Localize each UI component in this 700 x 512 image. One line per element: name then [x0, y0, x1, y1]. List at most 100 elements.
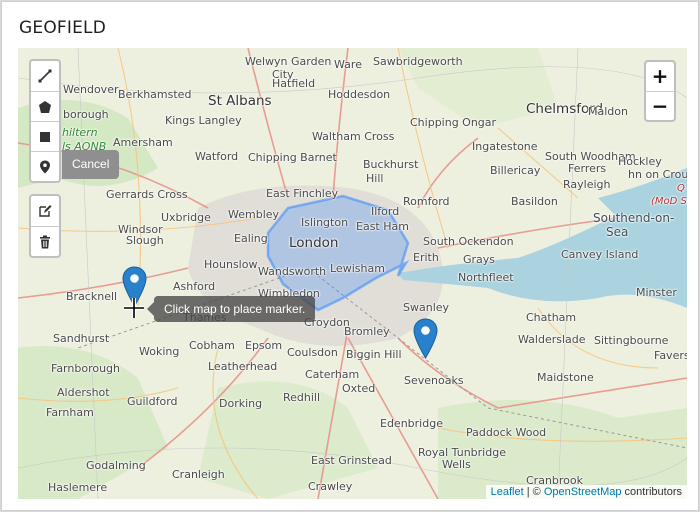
place-label: East Grinstead — [311, 454, 392, 467]
place-label: Farnham — [46, 406, 94, 419]
place-label: Erith — [413, 251, 439, 264]
place-label: Woking — [139, 345, 180, 358]
place-label: Slough — [126, 234, 164, 247]
draw-tooltip: Click map to place marker. — [146, 296, 316, 322]
place-label: Islington — [301, 216, 349, 229]
place-label: Redhill — [283, 391, 321, 404]
edit-toolbar — [29, 194, 61, 258]
place-label: Uxbridge — [161, 211, 211, 224]
place-label: Guildford — [127, 395, 178, 408]
place-label: Godalming — [86, 459, 146, 472]
place-label: Ealing — [234, 232, 268, 245]
place-label: Maldon — [588, 105, 628, 118]
polygon-icon — [39, 101, 51, 113]
cancel-button[interactable]: Cancel — [62, 150, 120, 179]
place-label: Chipping Ongar — [410, 116, 497, 129]
place-label: Leatherhead — [208, 360, 278, 373]
trash-icon — [40, 235, 50, 249]
place-label: Coulsdon — [287, 346, 338, 359]
place-label: Sawbridgeworth — [373, 55, 463, 68]
place-label: Kings Langley — [165, 114, 242, 127]
place-label: Chipping Barnet — [248, 151, 337, 164]
place-label: Wembley — [228, 208, 280, 221]
marker-icon — [40, 160, 50, 174]
polyline-icon — [38, 69, 52, 83]
place-label: Q — [677, 183, 685, 194]
edit-icon — [39, 205, 52, 217]
place-label: Sandhurst — [53, 332, 110, 345]
place-label: Paddock Wood — [466, 426, 547, 439]
draw-polyline-button[interactable] — [31, 61, 59, 91]
place-label: Wells — [442, 458, 471, 471]
place-label: Ashford — [173, 280, 216, 293]
place-label: Minster — [636, 286, 677, 299]
place-label: Maidstone — [537, 371, 594, 384]
crosshair-cursor-icon — [124, 298, 144, 318]
place-label: Watford — [195, 150, 239, 163]
place-label: Sevenoaks — [404, 374, 464, 387]
place-label: Grays — [463, 253, 496, 266]
place-label: Welwyn Garden — [245, 55, 332, 68]
place-label: St Albans — [208, 93, 272, 109]
attribution-separator: | © — [523, 486, 544, 498]
place-label: South Ockendon — [423, 235, 514, 248]
place-label: Amersham — [113, 136, 173, 149]
place-label: Berkhamsted — [118, 88, 192, 101]
place-label: Farnborough — [51, 362, 121, 375]
draw-toolbar — [29, 59, 61, 183]
place-label: Faversh — [654, 349, 687, 362]
zoom-out-button[interactable]: − — [646, 91, 674, 120]
place-label: Northfleet — [458, 271, 514, 284]
place-label: Crawley — [308, 480, 353, 493]
page-title: GEOFIELD — [19, 18, 106, 38]
zoom-control: + − — [644, 60, 676, 122]
place-label: Hill — [366, 172, 384, 185]
place-label: Wendover — [63, 83, 119, 96]
place-label: Oxted — [342, 382, 376, 395]
map-container[interactable]: Welwyn Garden City Ware Sawbridgeworth W… — [18, 48, 687, 499]
place-label: Sea — [606, 225, 629, 239]
place-label: Chatham — [526, 311, 577, 324]
delete-layers-button[interactable] — [31, 226, 59, 256]
place-label: borough — [63, 108, 109, 121]
draw-rectangle-button[interactable] — [31, 121, 59, 151]
place-label: Southend-on- — [593, 211, 675, 225]
rectangle-icon — [40, 132, 50, 142]
zoom-in-button[interactable]: + — [646, 62, 674, 91]
place-label: Ilford — [371, 205, 400, 218]
place-label: Cranleigh — [172, 468, 225, 481]
place-label: Hockley — [618, 155, 662, 168]
place-label: Canvey Island — [561, 248, 639, 261]
place-label: Basildon — [511, 195, 558, 208]
osm-link[interactable]: OpenStreetMap — [544, 486, 622, 498]
place-label: Rayleigh — [563, 178, 611, 191]
place-label: Haslemere — [48, 481, 108, 494]
place-label: Epsom — [245, 339, 283, 352]
place-label: (MoD Sh — [651, 196, 687, 207]
place-label: Sittingbourne — [594, 334, 669, 347]
leaflet-link[interactable]: Leaflet — [491, 486, 524, 498]
place-label: Ferrers — [568, 162, 607, 175]
attribution-suffix: contributors — [621, 486, 682, 498]
map-attribution: Leaflet | © OpenStreetMap contributors — [485, 485, 687, 499]
place-label: Hounslow — [204, 258, 258, 271]
place-label: Hatfield — [272, 77, 316, 90]
place-label: Bracknell — [66, 290, 118, 303]
map-city-label: London — [289, 235, 339, 251]
place-label: Gerrards Cross — [106, 188, 188, 201]
place-label: Ingatestone — [472, 140, 538, 153]
place-label: hiltern — [62, 126, 98, 139]
place-label: Waltham Cross — [312, 130, 395, 143]
place-label: Swanley — [403, 301, 450, 314]
draw-marker-button[interactable] — [31, 151, 59, 181]
geofield-card: GEOFIELD Welwyn Garden City Ware Sawbrid… — [1, 1, 699, 511]
edit-layers-button[interactable] — [31, 196, 59, 226]
place-label: Lewisham — [330, 262, 385, 275]
place-label: Wandsworth — [258, 265, 327, 278]
place-label: Ware — [334, 58, 362, 71]
map-marker[interactable] — [413, 318, 438, 359]
place-label: hn on Crouch — [628, 168, 687, 181]
place-label: Billericay — [490, 164, 541, 177]
place-label: East Finchley — [266, 187, 339, 200]
draw-polygon-button[interactable] — [31, 91, 59, 121]
